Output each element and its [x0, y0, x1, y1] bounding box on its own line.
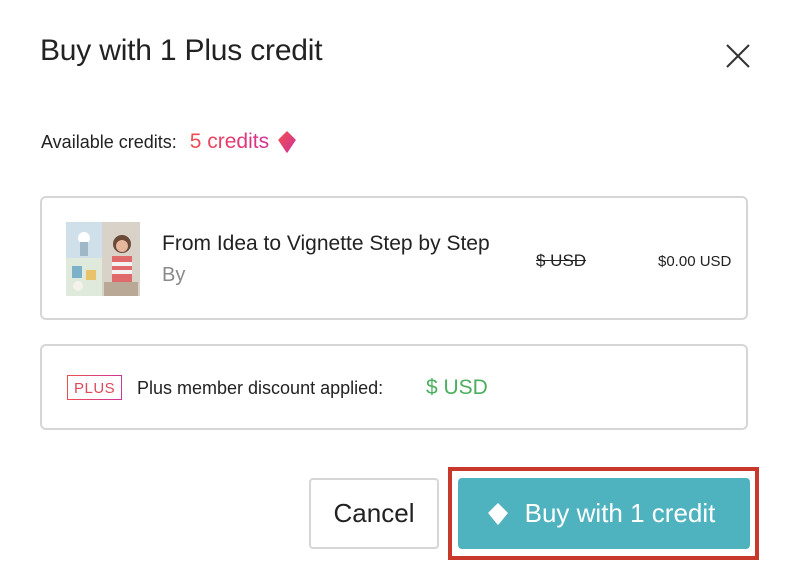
- close-icon[interactable]: [722, 40, 754, 72]
- credits-value: 5 credits: [189, 130, 270, 153]
- buy-button-label: Buy with 1 credit: [524, 498, 716, 528]
- plus-badge: PLUS: [67, 375, 123, 400]
- available-credits: Available credits: 5 credits: [41, 128, 297, 156]
- product-author: By: [162, 264, 186, 286]
- discounted-price: $0.00 USD: [658, 253, 732, 270]
- credits-label: Available credits:: [41, 131, 177, 152]
- diamond-icon: [487, 502, 508, 525]
- discount-text: Plus member discount applied:: [137, 378, 384, 398]
- product-thumbnail: [66, 222, 140, 296]
- discount-amount: $ USD: [426, 376, 488, 399]
- credit-gem-icon: [278, 131, 296, 153]
- product-title: From Idea to Vignette Step by Step: [162, 232, 490, 255]
- discount-card: PLUS Plus member discount applied: $ USD: [40, 344, 748, 430]
- buy-with-credit-button[interactable]: Buy with 1 credit: [458, 478, 750, 549]
- original-price: $ USD: [536, 251, 587, 270]
- cancel-button[interactable]: Cancel: [309, 478, 439, 549]
- dialog-title: Buy with 1 Plus credit: [40, 34, 323, 67]
- product-card: From Idea to Vignette Step by Step By $ …: [40, 196, 748, 320]
